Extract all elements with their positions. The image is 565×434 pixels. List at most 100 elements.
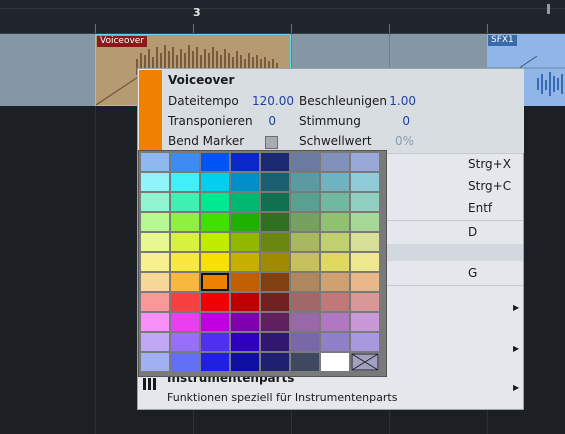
color-swatch[interactable] — [141, 333, 169, 351]
color-swatch[interactable] — [291, 273, 319, 291]
event-color-swatch[interactable] — [139, 70, 162, 153]
color-swatch[interactable] — [261, 193, 289, 211]
color-swatch[interactable] — [291, 313, 319, 331]
color-swatch[interactable] — [141, 273, 169, 291]
shortcut-label: D — [468, 225, 478, 239]
color-swatch[interactable] — [171, 193, 199, 211]
color-swatch[interactable] — [351, 333, 379, 351]
color-swatch[interactable] — [291, 193, 319, 211]
color-swatch[interactable] — [231, 233, 259, 251]
color-swatch[interactable] — [291, 293, 319, 311]
color-swatch[interactable] — [201, 313, 229, 331]
color-swatch[interactable] — [321, 333, 349, 351]
color-swatch[interactable] — [231, 253, 259, 271]
color-swatch[interactable] — [201, 193, 229, 211]
color-swatch[interactable] — [351, 153, 379, 171]
color-swatch[interactable] — [261, 213, 289, 231]
color-swatch[interactable] — [201, 173, 229, 191]
color-swatch[interactable] — [231, 293, 259, 311]
color-swatch[interactable] — [141, 213, 169, 231]
color-swatch[interactable] — [321, 193, 349, 211]
color-swatch[interactable] — [171, 293, 199, 311]
color-swatch[interactable] — [201, 293, 229, 311]
color-swatch[interactable] — [261, 253, 289, 271]
color-swatch[interactable] — [321, 253, 349, 271]
color-swatch[interactable] — [171, 333, 199, 351]
color-swatch[interactable] — [321, 273, 349, 291]
color-swatch[interactable] — [351, 293, 379, 311]
color-swatch[interactable] — [291, 153, 319, 171]
color-swatch[interactable] — [351, 213, 379, 231]
color-swatch[interactable] — [351, 173, 379, 191]
color-swatch[interactable] — [201, 153, 229, 171]
color-swatch[interactable] — [141, 313, 169, 331]
color-swatch[interactable] — [201, 253, 229, 271]
color-swatch[interactable] — [291, 333, 319, 351]
bend-marker-checkbox[interactable] — [265, 136, 278, 149]
color-swatch[interactable] — [321, 213, 349, 231]
color-swatch[interactable] — [291, 233, 319, 251]
color-swatch[interactable] — [351, 253, 379, 271]
color-swatch[interactable] — [171, 273, 199, 291]
event-info-panel: Voiceover Dateitempo 120.00 Beschleunige… — [162, 69, 524, 153]
color-swatch[interactable] — [261, 273, 289, 291]
schwellwert-value[interactable]: 0% — [382, 134, 414, 148]
color-swatch[interactable] — [351, 233, 379, 251]
color-swatch[interactable] — [261, 153, 289, 171]
cycle-marker-icon[interactable] — [547, 4, 550, 14]
color-swatch[interactable] — [171, 153, 199, 171]
color-swatch[interactable] — [171, 173, 199, 191]
color-swatch[interactable] — [261, 173, 289, 191]
dateitempo-value[interactable]: 120.00 — [252, 94, 294, 108]
color-swatch[interactable] — [171, 233, 199, 251]
color-swatch[interactable] — [231, 333, 259, 351]
color-swatch[interactable] — [231, 313, 259, 331]
color-swatch[interactable] — [231, 173, 259, 191]
color-swatch[interactable] — [351, 313, 379, 331]
color-swatch[interactable] — [171, 213, 199, 231]
color-swatch[interactable] — [321, 233, 349, 251]
color-swatch[interactable] — [201, 233, 229, 251]
color-swatch[interactable] — [141, 293, 169, 311]
no-color-icon[interactable] — [351, 353, 379, 371]
color-swatch[interactable] — [261, 353, 289, 371]
color-swatch[interactable] — [201, 333, 229, 351]
color-swatch[interactable] — [201, 273, 229, 291]
color-swatch[interactable] — [201, 353, 229, 371]
beschleunigen-value[interactable]: 1.00 — [382, 94, 416, 108]
color-swatch[interactable] — [231, 153, 259, 171]
color-swatch[interactable] — [291, 253, 319, 271]
color-swatch[interactable] — [201, 213, 229, 231]
stimmung-value[interactable]: 0 — [382, 114, 410, 128]
color-swatch[interactable] — [291, 353, 319, 371]
color-swatch[interactable] — [321, 353, 349, 371]
color-swatch[interactable] — [141, 193, 169, 211]
color-swatch[interactable] — [291, 173, 319, 191]
color-swatch[interactable] — [321, 173, 349, 191]
color-swatch[interactable] — [231, 273, 259, 291]
transponieren-value[interactable]: 0 — [252, 114, 276, 128]
color-swatch[interactable] — [141, 233, 169, 251]
color-swatch[interactable] — [351, 273, 379, 291]
color-swatch[interactable] — [321, 153, 349, 171]
color-swatch[interactable] — [261, 293, 289, 311]
color-swatch[interactable] — [261, 313, 289, 331]
color-swatch[interactable] — [291, 213, 319, 231]
color-swatch[interactable] — [351, 193, 379, 211]
color-swatch[interactable] — [141, 173, 169, 191]
color-swatch[interactable] — [171, 253, 199, 271]
color-swatch[interactable] — [141, 353, 169, 371]
color-swatch[interactable] — [171, 353, 199, 371]
color-swatch[interactable] — [261, 233, 289, 251]
color-swatch[interactable] — [321, 313, 349, 331]
color-swatch[interactable] — [231, 213, 259, 231]
color-swatch[interactable] — [141, 153, 169, 171]
timeline-ruler[interactable]: 3 — [0, 0, 565, 34]
color-swatch[interactable] — [231, 353, 259, 371]
color-swatch[interactable] — [231, 193, 259, 211]
triangle-right-icon: ▶ — [513, 303, 520, 312]
color-swatch[interactable] — [261, 333, 289, 351]
color-swatch[interactable] — [171, 313, 199, 331]
color-swatch[interactable] — [141, 253, 169, 271]
color-swatch[interactable] — [321, 293, 349, 311]
